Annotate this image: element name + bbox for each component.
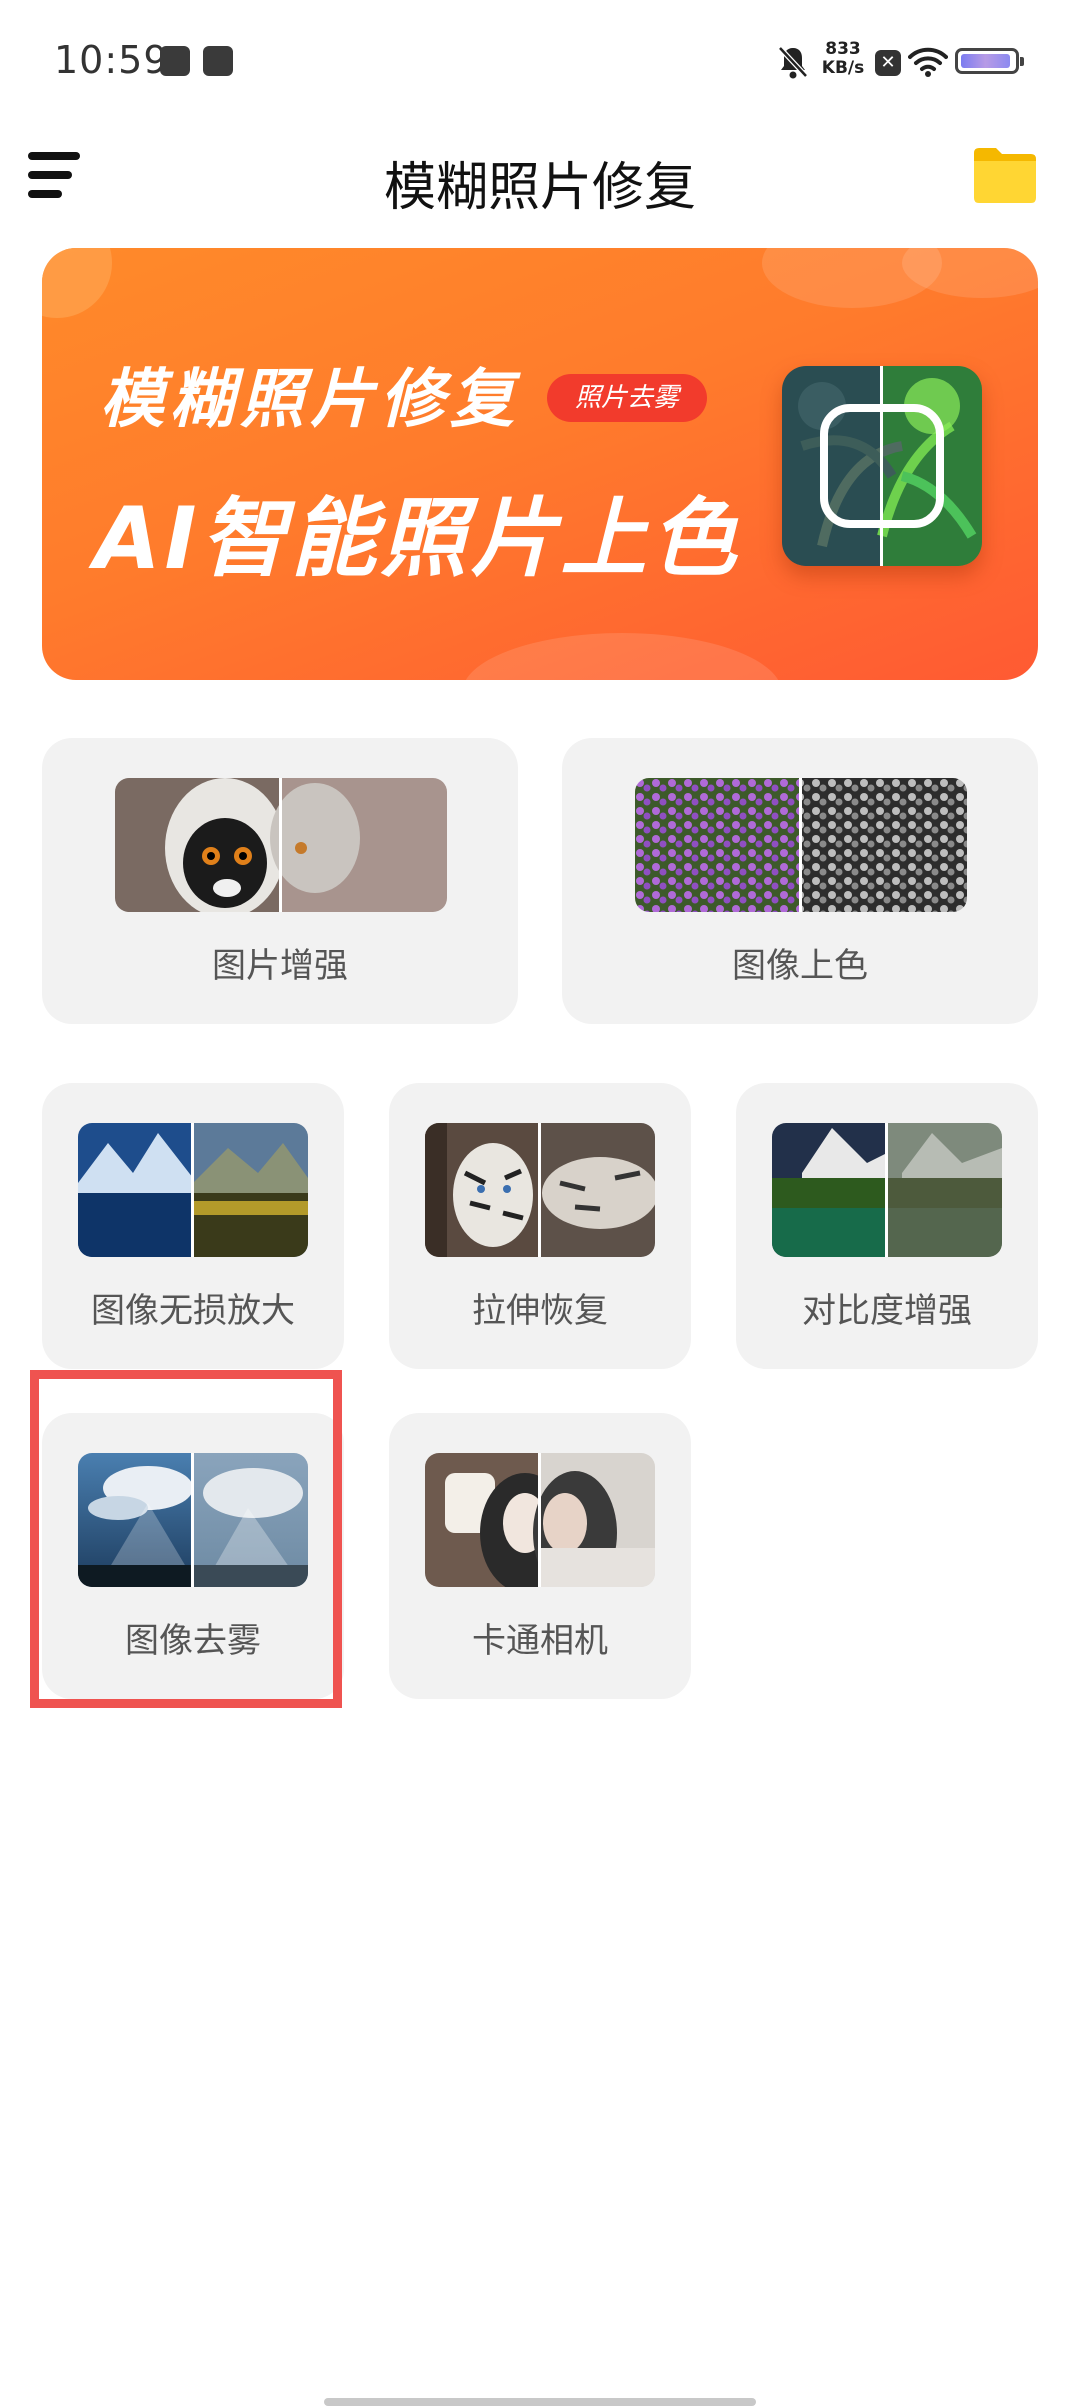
colorize-thumbnail <box>635 778 967 912</box>
net-speed-unit: KB/s <box>821 58 865 78</box>
feature-label: 对比度增强 <box>802 1291 972 1331</box>
banner-decoration <box>462 633 782 680</box>
feature-card-stretch-restore[interactable]: 拉伸恢复 <box>389 1083 691 1369</box>
promo-banner[interactable]: 模糊照片修复 照片去雾 AI智能照片上色 <box>42 248 1038 680</box>
banner-decoration <box>42 248 112 318</box>
upscale-thumbnail <box>78 1123 308 1257</box>
mute-bell-icon <box>778 46 808 79</box>
net-speed-value: 833 <box>825 39 861 59</box>
battery-icon <box>955 48 1024 74</box>
banner-headline: 模糊照片修复 <box>100 363 520 437</box>
net-speed: 833 KB/s <box>820 40 866 84</box>
status-bar: 10:59 833 KB/s ✕ <box>0 0 1080 125</box>
feature-card-cartoon-camera[interactable]: 卡通相机 <box>389 1413 691 1699</box>
feature-label: 卡通相机 <box>472 1621 608 1661</box>
folder-icon[interactable] <box>972 145 1038 205</box>
page-title: 模糊照片修复 <box>383 158 696 218</box>
banner-photo-illustration <box>782 366 982 566</box>
stretch-restore-thumbnail <box>425 1123 655 1257</box>
feature-card-enhance[interactable]: 图片增强 <box>42 738 518 1024</box>
feature-label: 图片增强 <box>212 946 348 986</box>
feature-card-upscale[interactable]: 图像无损放大 <box>42 1083 344 1369</box>
feature-card-colorize[interactable]: 图像上色 <box>562 738 1038 1024</box>
feature-card-contrast[interactable]: 对比度增强 <box>736 1083 1038 1369</box>
feature-label: 图像无损放大 <box>91 1291 295 1331</box>
wifi-icon <box>908 47 948 77</box>
feature-label: 图像上色 <box>732 946 868 986</box>
home-indicator[interactable] <box>324 2398 756 2406</box>
highlight-box <box>30 1370 342 1708</box>
cartoon-camera-thumbnail <box>425 1453 655 1587</box>
no-sim-icon: ✕ <box>875 50 901 76</box>
banner-subheadline: AI智能照片上色 <box>94 489 741 589</box>
status-time: 10:59 <box>54 38 169 82</box>
notification-icon <box>203 46 233 76</box>
enhance-thumbnail <box>115 778 447 912</box>
contrast-thumbnail <box>772 1123 1002 1257</box>
banner-tag: 照片去雾 <box>547 374 707 422</box>
feature-label: 拉伸恢复 <box>472 1291 608 1331</box>
notification-icon <box>160 46 190 76</box>
